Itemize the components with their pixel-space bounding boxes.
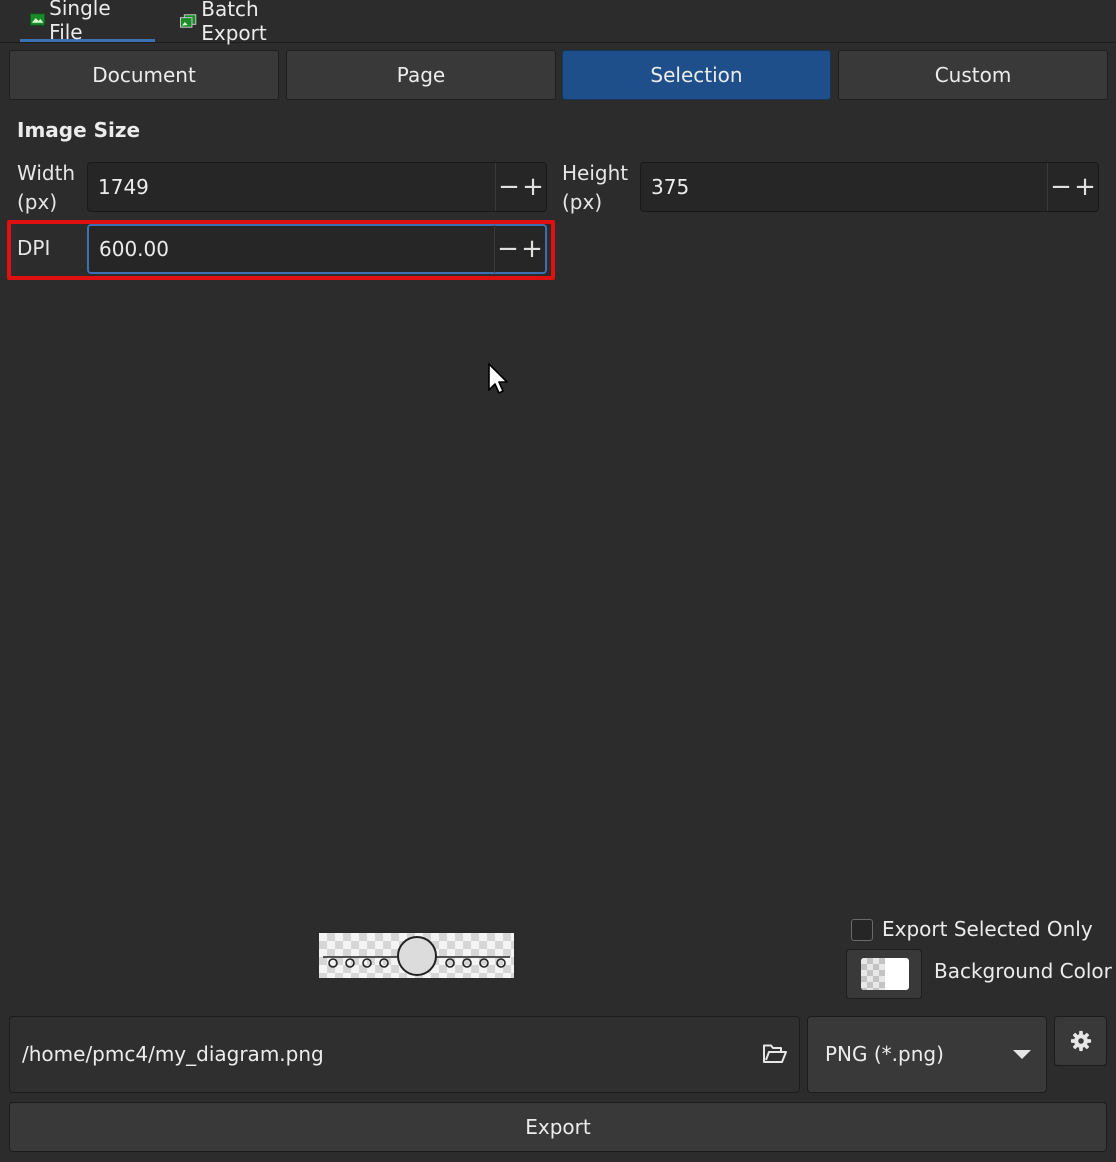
background-color-label: Background Color xyxy=(934,959,1112,983)
width-spinbox[interactable]: 1749 − + xyxy=(87,162,547,212)
minus-icon[interactable]: − xyxy=(497,163,521,211)
plus-icon[interactable]: + xyxy=(1073,163,1097,211)
button-label: Custom xyxy=(934,63,1012,87)
page-button[interactable]: Page xyxy=(286,50,556,100)
dpi-highlight-box xyxy=(7,220,555,280)
gear-icon xyxy=(1070,1030,1091,1052)
document-button[interactable]: Document xyxy=(9,50,279,100)
section-title-image-size: Image Size xyxy=(17,118,141,142)
minus-icon[interactable]: − xyxy=(1049,163,1073,211)
file-path-field[interactable]: /home/pmc4/my_diagram.png xyxy=(9,1016,800,1093)
button-label: Document xyxy=(92,63,196,87)
spin-divider xyxy=(495,163,496,211)
export-button[interactable]: Export xyxy=(9,1102,1107,1152)
width-label-line1: Width xyxy=(17,161,76,185)
plus-icon[interactable]: + xyxy=(521,163,545,211)
image-icon xyxy=(30,13,46,26)
file-format-value: PNG (*.png) xyxy=(825,1042,944,1066)
spin-divider xyxy=(1047,163,1048,211)
button-label: Selection xyxy=(650,63,743,87)
export-settings-button[interactable] xyxy=(1054,1016,1107,1066)
height-spinbox[interactable]: 375 − + xyxy=(640,162,1099,212)
background-color-button[interactable] xyxy=(846,949,922,999)
color-swatch xyxy=(861,958,909,990)
height-label-line2: (px) xyxy=(562,190,603,214)
transparency-pattern xyxy=(861,958,885,990)
stacked-images-icon xyxy=(180,14,197,28)
mouse-cursor-icon xyxy=(488,363,508,394)
diagram-preview-icon xyxy=(323,936,510,976)
file-path-value[interactable]: /home/pmc4/my_diagram.png xyxy=(22,1017,324,1092)
export-selected-only-checkbox[interactable] xyxy=(851,919,873,941)
selection-button[interactable]: Selection xyxy=(562,50,831,100)
export-preview xyxy=(319,933,514,978)
tab-label: Single File xyxy=(49,0,111,44)
chevron-down-icon xyxy=(1013,1050,1031,1059)
folder-open-icon[interactable] xyxy=(762,1043,788,1065)
custom-button[interactable]: Custom xyxy=(838,50,1108,100)
tab-label: Batch Export xyxy=(201,0,267,45)
width-label-line2: (px) xyxy=(17,190,58,214)
height-label-line1: Height xyxy=(562,161,629,185)
tab-single-file[interactable]: Single File xyxy=(20,0,155,44)
tab-bar: Single File Batch Export xyxy=(0,0,1116,45)
height-value[interactable]: 375 xyxy=(651,163,689,211)
file-format-select[interactable]: PNG (*.png) xyxy=(807,1016,1047,1093)
export-label: Export xyxy=(525,1115,591,1139)
width-label: Width (px) xyxy=(17,159,75,217)
export-selected-only-label[interactable]: Export Selected Only xyxy=(882,917,1093,941)
button-label: Page xyxy=(396,63,446,87)
tab-batch-export[interactable]: Batch Export xyxy=(170,0,335,45)
width-value[interactable]: 1749 xyxy=(98,163,149,211)
height-label: Height (px) xyxy=(562,159,628,217)
